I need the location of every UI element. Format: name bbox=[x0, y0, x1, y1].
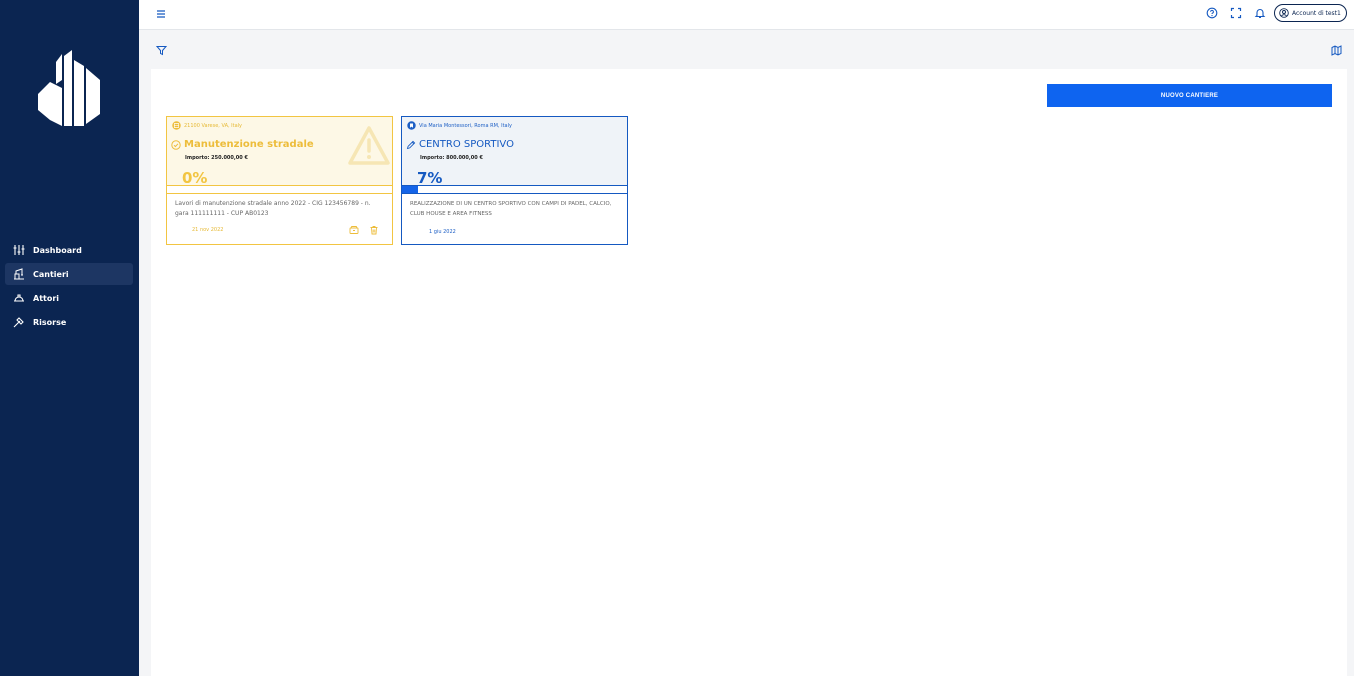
card-date: 21 nov 2022 bbox=[192, 227, 224, 233]
sidebar-item-label: Attori bbox=[33, 293, 60, 303]
sidebar: Dashboard Cantieri Attori Risorse bbox=[0, 0, 139, 676]
sidebar-item-label: Risorse bbox=[33, 317, 67, 327]
building-logo[interactable] bbox=[36, 50, 102, 128]
fullscreen-icon[interactable] bbox=[1230, 7, 1242, 19]
crane-icon bbox=[13, 268, 25, 280]
sidebar-item-risorse[interactable]: Risorse bbox=[5, 311, 133, 333]
cantiere-card[interactable]: 21100 Varese, VA, Italy Manutenzione str… bbox=[166, 116, 393, 245]
hardhat-icon bbox=[13, 292, 25, 304]
account-label: Account di test1 bbox=[1292, 9, 1341, 17]
sidebar-item-label: Cantieri bbox=[33, 269, 69, 279]
progress-fill bbox=[402, 186, 418, 193]
card-description: REALIZZAZIONE DI UN CENTRO SPORTIVO CON … bbox=[410, 201, 612, 217]
card-title-row: Manutenzione stradale bbox=[171, 139, 314, 150]
sidebar-item-label: Dashboard bbox=[33, 245, 82, 255]
sidebar-item-attori[interactable]: Attori bbox=[5, 287, 133, 309]
warning-icon bbox=[348, 126, 390, 165]
sidebar-item-cantieri[interactable]: Cantieri bbox=[5, 263, 133, 285]
trash-icon[interactable] bbox=[369, 225, 379, 235]
help-icon[interactable] bbox=[1206, 7, 1218, 19]
card-address: 21100 Varese, VA, Italy bbox=[172, 121, 242, 130]
archive-icon[interactable] bbox=[349, 225, 359, 235]
card-header: 21100 Varese, VA, Italy Manutenzione str… bbox=[167, 117, 392, 187]
bell-icon[interactable] bbox=[1254, 7, 1266, 19]
card-address: Via Maria Montessori, Roma RM, Italy bbox=[407, 121, 512, 130]
main-panel: NUOVO CANTIERE 21100 Varese, VA, Italy M… bbox=[151, 69, 1347, 676]
map-icon[interactable] bbox=[1331, 45, 1342, 56]
new-cantiere-button[interactable]: NUOVO CANTIERE bbox=[1047, 84, 1332, 107]
sidebar-item-dashboard[interactable]: Dashboard bbox=[5, 239, 133, 261]
sliders-icon bbox=[13, 244, 25, 256]
building-pin-icon bbox=[407, 121, 416, 130]
address-text: 21100 Varese, VA, Italy bbox=[184, 122, 243, 129]
sidebar-nav: Dashboard Cantieri Attori Risorse bbox=[5, 239, 133, 335]
address-text: Via Maria Montessori, Roma RM, Italy bbox=[419, 122, 512, 129]
hammer-icon bbox=[13, 316, 25, 328]
topbar: Account di test1 bbox=[139, 0, 1354, 30]
card-title-row: CENTRO SPORTIVO bbox=[406, 139, 514, 150]
progress-bar bbox=[167, 185, 392, 194]
card-importo: Importo: 800.000,00 € bbox=[420, 155, 483, 161]
card-title: Manutenzione stradale bbox=[184, 139, 314, 150]
card-title: CENTRO SPORTIVO bbox=[419, 139, 514, 150]
cantiere-card[interactable]: Via Maria Montessori, Roma RM, Italy CEN… bbox=[401, 116, 628, 245]
account-button[interactable]: Account di test1 bbox=[1274, 4, 1347, 22]
card-date: 1 giu 2022 bbox=[429, 229, 456, 235]
check-circle-icon bbox=[171, 139, 181, 150]
card-description: Lavori di manutenzione stradale anno 202… bbox=[175, 200, 371, 217]
user-circle-icon bbox=[1279, 8, 1289, 18]
menu-icon[interactable] bbox=[155, 8, 167, 20]
card-header: Via Maria Montessori, Roma RM, Italy CEN… bbox=[402, 117, 627, 187]
pencil-icon bbox=[406, 140, 416, 149]
filter-icon[interactable] bbox=[156, 45, 167, 56]
road-icon bbox=[172, 121, 181, 130]
progress-bar bbox=[402, 185, 627, 194]
card-importo: Importo: 250.000,00 € bbox=[185, 155, 248, 161]
